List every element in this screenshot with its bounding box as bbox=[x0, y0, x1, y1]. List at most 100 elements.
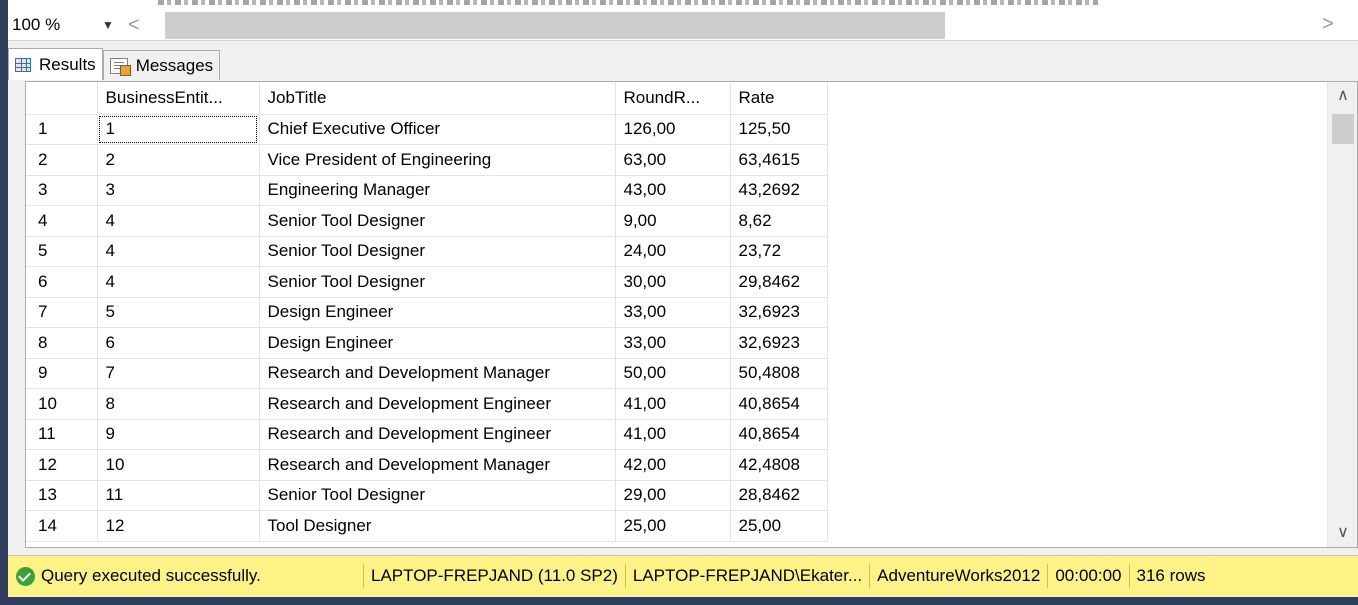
cell-roundrate[interactable]: 42,00 bbox=[615, 449, 731, 481]
horizontal-scrollbar-thumb[interactable] bbox=[165, 12, 945, 39]
cell-rate[interactable]: 42,4808 bbox=[730, 449, 828, 481]
cell-roundrate[interactable]: 24,00 bbox=[615, 236, 731, 267]
table-row[interactable]: 13 11 Senior Tool Designer 29,00 28,8462 bbox=[26, 480, 828, 511]
cell-jobtitle[interactable]: Tool Designer bbox=[259, 510, 616, 542]
cell-roundrate[interactable]: 30,00 bbox=[615, 266, 731, 298]
cell-businessentityid[interactable]: 4 bbox=[97, 266, 260, 298]
cell-businessentityid[interactable]: 12 bbox=[97, 510, 260, 542]
table-row[interactable]: 11 9 Research and Development Engineer 41,0… bbox=[26, 419, 828, 450]
cell-jobtitle[interactable]: Research and Development Engineer bbox=[259, 388, 616, 420]
cell-businessentityid[interactable]: 7 bbox=[97, 358, 260, 389]
row-number[interactable]: 6 bbox=[26, 266, 98, 298]
cell-jobtitle[interactable]: Research and Development Engineer bbox=[259, 419, 616, 450]
cell-rate[interactable]: 43,2692 bbox=[730, 175, 828, 206]
table-row[interactable]: 1 1 Chief Executive Officer 126,00 125,50 bbox=[26, 114, 828, 145]
cell-jobtitle[interactable]: Senior Tool Designer bbox=[259, 205, 616, 237]
cell-jobtitle[interactable]: Chief Executive Officer bbox=[259, 114, 616, 145]
table-row[interactable]: 12 10 Research and Development Manager 42,0… bbox=[26, 449, 828, 481]
cell-roundrate[interactable]: 33,00 bbox=[615, 327, 731, 359]
cell-roundrate[interactable]: 29,00 bbox=[615, 480, 731, 511]
cell-jobtitle[interactable]: Engineering Manager bbox=[259, 175, 616, 206]
cell-roundrate[interactable]: 41,00 bbox=[615, 419, 731, 450]
cell-businessentityid[interactable]: 4 bbox=[97, 236, 260, 267]
scroll-right-icon[interactable]: > bbox=[1322, 12, 1334, 36]
cell-businessentityid[interactable]: 5 bbox=[97, 297, 260, 328]
cell-jobtitle[interactable]: Vice President of Engineering bbox=[259, 144, 616, 176]
cell-roundrate[interactable]: 126,00 bbox=[615, 114, 731, 145]
cell-businessentityid[interactable]: 2 bbox=[97, 144, 260, 176]
cell-roundrate[interactable]: 9,00 bbox=[615, 205, 731, 237]
cell-rate[interactable]: 29,8462 bbox=[730, 266, 828, 298]
table-row[interactable]: 10 8 Research and Development Engineer 41,0… bbox=[26, 388, 828, 420]
cell-businessentityid[interactable]: 4 bbox=[97, 205, 260, 237]
column-header-jobtitle[interactable]: JobTitle bbox=[259, 82, 616, 115]
table-row[interactable]: 9 7 Research and Development Manager 50,00 5… bbox=[26, 358, 828, 389]
cell-businessentityid[interactable]: 1 bbox=[97, 114, 260, 145]
cell-rate[interactable]: 63,4615 bbox=[730, 144, 828, 176]
cell-jobtitle[interactable]: Design Engineer bbox=[259, 327, 616, 359]
table-row[interactable]: 3 3 Engineering Manager 43,00 43,2692 bbox=[26, 175, 828, 206]
row-number[interactable]: 8 bbox=[26, 327, 98, 359]
cell-jobtitle[interactable]: Research and Development Manager bbox=[259, 358, 616, 389]
row-number[interactable]: 4 bbox=[26, 205, 98, 237]
scroll-down-icon[interactable]: ∨ bbox=[1328, 519, 1358, 547]
cell-rate[interactable]: 40,8654 bbox=[730, 419, 828, 450]
results-grid[interactable]: BusinessEntit... JobTitle RoundR... Rate… bbox=[25, 81, 1358, 548]
cell-businessentityid[interactable]: 11 bbox=[97, 480, 260, 511]
cell-rate[interactable]: 32,6923 bbox=[730, 297, 828, 328]
cell-rate[interactable]: 125,50 bbox=[730, 114, 828, 145]
column-header-roundrate[interactable]: RoundR... bbox=[615, 82, 731, 115]
cell-businessentityid[interactable]: 10 bbox=[97, 449, 260, 481]
cell-jobtitle[interactable]: Senior Tool Designer bbox=[259, 480, 616, 511]
table-row[interactable]: 14 12 Tool Designer 25,00 25,00 bbox=[26, 510, 828, 542]
cell-rate[interactable]: 50,4808 bbox=[730, 358, 828, 389]
cell-rate[interactable]: 32,6923 bbox=[730, 327, 828, 359]
cell-jobtitle[interactable]: Senior Tool Designer bbox=[259, 266, 616, 298]
scroll-left-icon[interactable]: < bbox=[128, 14, 148, 36]
column-header-rate[interactable]: Rate bbox=[730, 82, 828, 115]
cell-rate[interactable]: 23,72 bbox=[730, 236, 828, 267]
cell-jobtitle[interactable]: Senior Tool Designer bbox=[259, 236, 616, 267]
table-row[interactable]: 6 4 Senior Tool Designer 30,00 29,8462 bbox=[26, 266, 828, 298]
row-number[interactable]: 2 bbox=[26, 144, 98, 176]
tab-messages[interactable]: Messages bbox=[102, 50, 221, 80]
table-row[interactable]: 5 4 Senior Tool Designer 24,00 23,72 bbox=[26, 236, 828, 267]
row-number-header[interactable] bbox=[26, 82, 98, 115]
cell-businessentityid[interactable]: 6 bbox=[97, 327, 260, 359]
row-number[interactable]: 10 bbox=[26, 388, 98, 420]
row-number[interactable]: 13 bbox=[26, 480, 98, 511]
cell-businessentityid[interactable]: 9 bbox=[97, 419, 260, 450]
row-number[interactable]: 7 bbox=[26, 297, 98, 328]
cell-roundrate[interactable]: 33,00 bbox=[615, 297, 731, 328]
cell-roundrate[interactable]: 63,00 bbox=[615, 144, 731, 176]
cell-roundrate[interactable]: 41,00 bbox=[615, 388, 731, 420]
zoom-dropdown[interactable]: 100 % ▼ < bbox=[8, 10, 158, 40]
cell-rate[interactable]: 40,8654 bbox=[730, 388, 828, 420]
row-number[interactable]: 5 bbox=[26, 236, 98, 267]
row-number[interactable]: 12 bbox=[26, 449, 98, 481]
tab-results[interactable]: Results bbox=[8, 48, 103, 80]
table-row[interactable]: 8 6 Design Engineer 33,00 32,6923 bbox=[26, 327, 828, 359]
cell-jobtitle[interactable]: Design Engineer bbox=[259, 297, 616, 328]
table-row[interactable]: 2 2 Vice President of Engineering 63,00 63,4… bbox=[26, 144, 828, 176]
row-number[interactable]: 9 bbox=[26, 358, 98, 389]
cell-jobtitle[interactable]: Research and Development Manager bbox=[259, 449, 616, 481]
scroll-up-icon[interactable]: ∧ bbox=[1328, 82, 1358, 110]
cell-roundrate[interactable]: 43,00 bbox=[615, 175, 731, 206]
row-number[interactable]: 11 bbox=[26, 419, 98, 450]
cell-roundrate[interactable]: 50,00 bbox=[615, 358, 731, 389]
vertical-scrollbar-thumb[interactable] bbox=[1332, 114, 1354, 144]
cell-roundrate[interactable]: 25,00 bbox=[615, 510, 731, 542]
row-number[interactable]: 3 bbox=[26, 175, 98, 206]
cell-businessentityid[interactable]: 8 bbox=[97, 388, 260, 420]
row-number[interactable]: 14 bbox=[26, 510, 98, 542]
cell-rate[interactable]: 8,62 bbox=[730, 205, 828, 237]
chevron-down-icon[interactable]: ▼ bbox=[88, 18, 128, 32]
column-header-businessentityid[interactable]: BusinessEntit... bbox=[97, 82, 260, 115]
row-number[interactable]: 1 bbox=[26, 114, 98, 145]
cell-rate[interactable]: 25,00 bbox=[730, 510, 828, 542]
cell-businessentityid[interactable]: 3 bbox=[97, 175, 260, 206]
cell-rate[interactable]: 28,8462 bbox=[730, 480, 828, 511]
table-row[interactable]: 4 4 Senior Tool Designer 9,00 8,62 bbox=[26, 205, 828, 237]
vertical-scrollbar[interactable]: ∧ ∨ bbox=[1327, 82, 1357, 547]
